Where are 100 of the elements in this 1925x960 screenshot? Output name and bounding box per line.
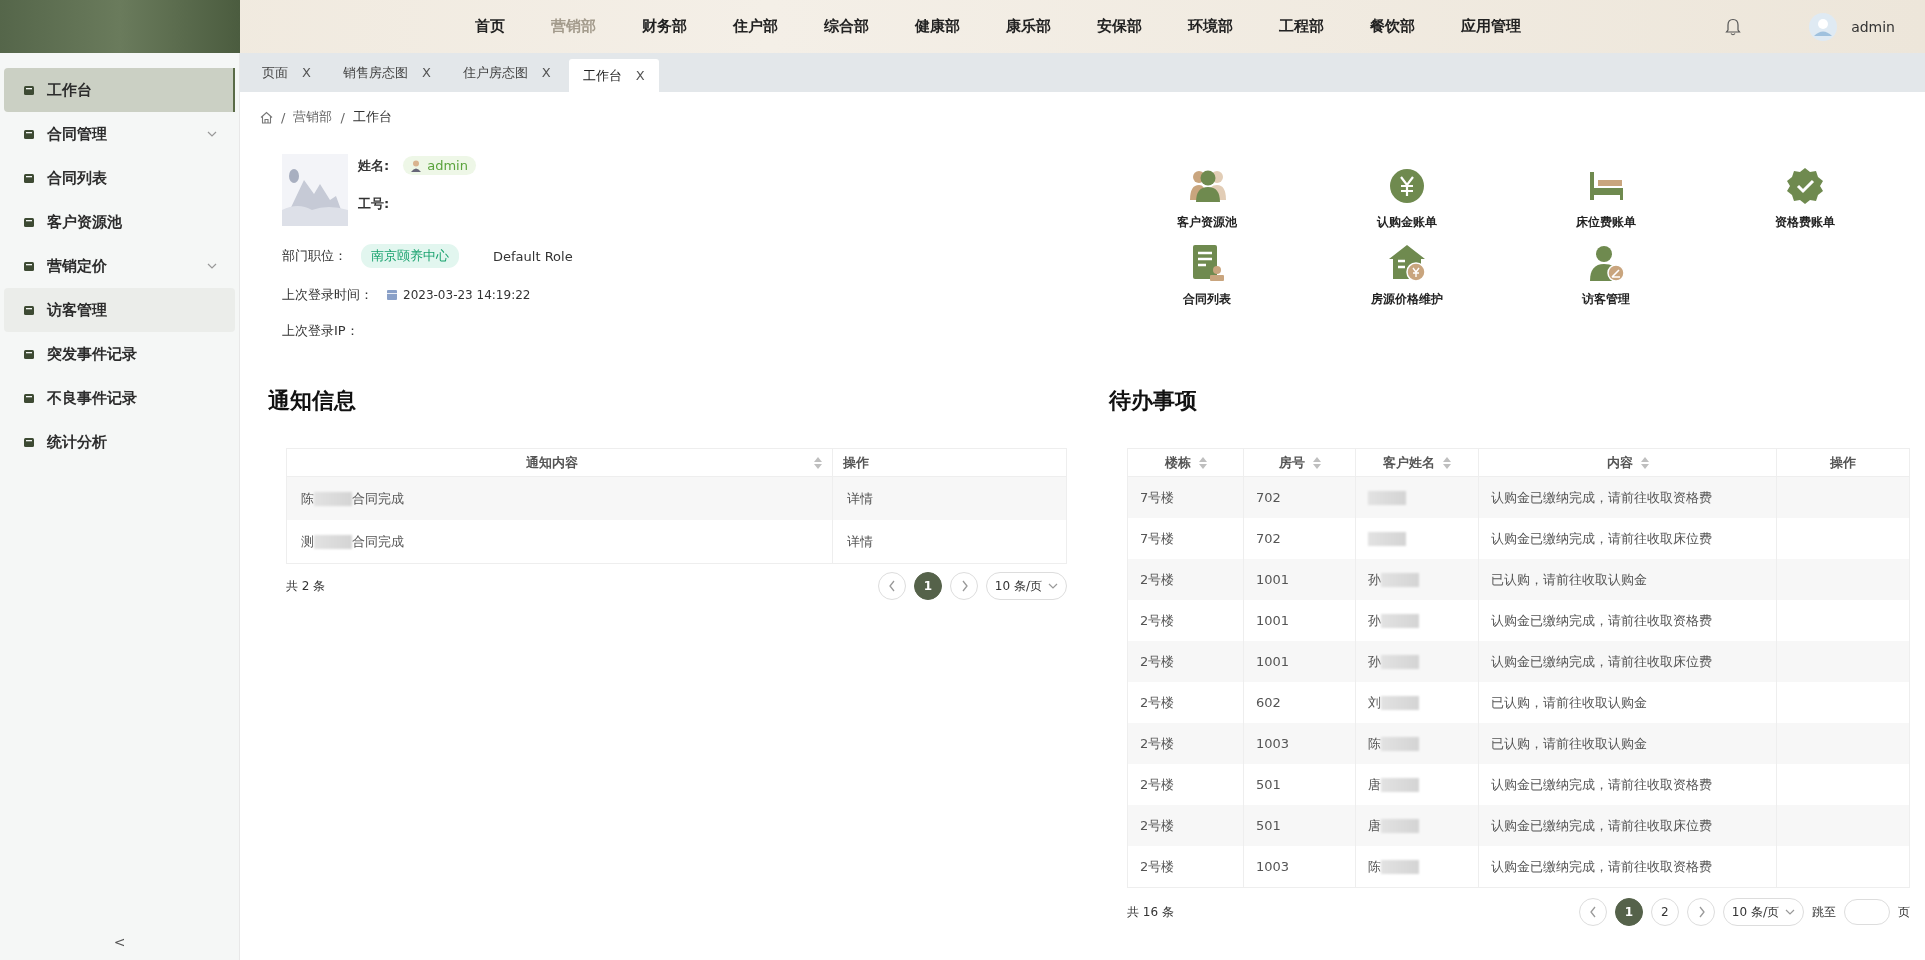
sort-icon [1640, 456, 1649, 469]
sidebar-item[interactable]: 合同列表 [4, 156, 235, 200]
blurred-text [314, 535, 352, 549]
table-cell: 孙 [1355, 559, 1479, 600]
page-tab[interactable]: 工作台 X [568, 59, 659, 92]
nav-menu-item[interactable]: 首页 [451, 0, 528, 53]
nav-menu-item[interactable]: 安保部 [1073, 0, 1165, 53]
table-cell: 501 [1243, 805, 1356, 846]
breadcrumb-separator: / [340, 109, 345, 125]
page-tab[interactable]: 页面 X [248, 56, 325, 89]
page-jump-field[interactable] [1844, 899, 1890, 925]
user-name[interactable]: admin [1851, 18, 1895, 35]
nav-menu-item[interactable]: 工程部 [1255, 0, 1347, 53]
shortcut-button[interactable]: 认购金账单 [1306, 166, 1507, 231]
table-cell: 已认购，请前往收取认购金 [1478, 723, 1777, 764]
next-page-button[interactable] [1686, 898, 1715, 926]
document-icon [24, 304, 35, 316]
field-label: 上次登录IP： [282, 322, 360, 340]
sidebar-item[interactable]: 不良事件记录 [4, 376, 235, 420]
nav-menu-item[interactable]: 应用管理 [1437, 0, 1544, 53]
check-badge-icon [1785, 166, 1826, 206]
shortcut-button[interactable]: 客户资源池 [1107, 166, 1307, 231]
column-header[interactable]: 客户姓名 [1355, 448, 1479, 477]
page-button[interactable]: 2 [1650, 898, 1679, 926]
nav-menu-item[interactable]: 综合部 [800, 0, 892, 53]
user-tag: admin [403, 156, 476, 175]
blurred-text [1381, 778, 1419, 792]
shortcut-button[interactable]: 床位费账单 [1506, 166, 1706, 231]
chevron-down-icon [1048, 583, 1058, 589]
details-link[interactable]: 详情 [832, 476, 1067, 520]
document-icon [24, 436, 35, 448]
table-cell: 陈 [1355, 846, 1479, 888]
document-icon [24, 84, 35, 96]
jump-label: 跳至 [1812, 903, 1836, 921]
column-header[interactable]: 楼栋 [1127, 448, 1244, 477]
table-cell: 唐 [1355, 805, 1479, 846]
details-link[interactable]: 详情 [832, 520, 1067, 564]
blurred-text [1381, 614, 1419, 628]
collapse-button[interactable]: < [105, 932, 134, 952]
document-icon [24, 172, 35, 184]
sidebar-item[interactable]: 访客管理 [4, 288, 235, 332]
person-icon [411, 159, 422, 172]
shortcut-button[interactable]: 合同列表 [1107, 243, 1307, 308]
blurred-text [1368, 532, 1406, 547]
page-tab[interactable]: 销售房态图 X [328, 56, 445, 89]
nav-menu-item[interactable]: 康乐部 [982, 0, 1074, 53]
nav-menu-item[interactable]: 财务部 [618, 0, 710, 53]
chevron-down-icon [207, 131, 217, 137]
column-header[interactable]: 通知内容 [286, 448, 833, 477]
field-label: 上次登录时间： [282, 286, 373, 304]
close-icon[interactable]: X [302, 65, 311, 80]
page-size-select[interactable]: 10 条/页 [1722, 898, 1804, 926]
sidebar-item[interactable]: 营销定价 [4, 244, 235, 288]
table-cell: 认购金已缴纳完成，请前往收取床位费 [1478, 641, 1777, 682]
sidebar-item[interactable]: 突发事件记录 [4, 332, 235, 376]
sidebar-item[interactable]: 工作台 [4, 68, 235, 112]
page-size-select[interactable]: 10 条/页 [985, 572, 1067, 600]
page-button[interactable]: 1 [913, 572, 942, 600]
nav-menu-item[interactable]: 住户部 [709, 0, 801, 53]
table-cell: 1003 [1243, 846, 1356, 888]
table-cell: 1003 [1243, 723, 1356, 764]
avatar-icon [1809, 12, 1838, 41]
close-icon[interactable]: X [541, 65, 551, 80]
sidebar-item[interactable]: 合同管理 [4, 112, 235, 156]
sort-icon [1312, 456, 1321, 469]
document-icon [24, 128, 35, 140]
table-cell: 2号楼 [1127, 846, 1244, 888]
close-icon[interactable]: X [421, 65, 431, 80]
image-placeholder-icon [282, 154, 348, 226]
page-tab[interactable]: 住户房态图 X [448, 56, 565, 89]
column-header[interactable]: 房号 [1243, 448, 1356, 477]
table-cell: 认购金已缴纳完成，请前往收取资格费 [1478, 846, 1777, 888]
close-icon[interactable]: X [635, 68, 645, 83]
sidebar-item[interactable]: 统计分析 [4, 420, 235, 464]
document-icon [24, 260, 35, 272]
total-count: 共 2 条 [286, 577, 326, 595]
chevron-down-icon [207, 263, 217, 269]
page-button[interactable]: 1 [1614, 898, 1643, 926]
home-icon [260, 110, 273, 124]
shortcut-button[interactable]: 房源价格维护 [1306, 243, 1507, 308]
column-header[interactable]: 内容 [1478, 448, 1777, 477]
blurred-text [1381, 737, 1419, 751]
column-header: 操作 [1776, 448, 1910, 477]
sidebar-item[interactable]: 客户资源池 [4, 200, 235, 244]
nav-menu-item[interactable]: 环境部 [1164, 0, 1256, 53]
shortcut-button[interactable]: 资格费账单 [1705, 166, 1905, 231]
shortcut-button[interactable]: 访客管理 [1506, 243, 1706, 308]
nav-menu-item[interactable]: 餐饮部 [1346, 0, 1438, 53]
section-title: 通知信息 [268, 387, 357, 415]
breadcrumb-link[interactable]: 营销部 [293, 108, 333, 126]
nav-menu-item[interactable]: 健康部 [891, 0, 983, 53]
next-page-button[interactable] [949, 572, 978, 600]
table-cell: 认购金已缴纳完成，请前往收取床位费 [1478, 805, 1777, 846]
previous-page-button[interactable] [1578, 898, 1607, 926]
table-cell: 陈 [1355, 723, 1479, 764]
table-cell: 测 合同完成 [286, 520, 833, 564]
table-cell: 1001 [1243, 559, 1356, 600]
previous-page-button[interactable] [877, 572, 906, 600]
breadcrumb-link[interactable]: 工作台 [352, 108, 392, 126]
field-label: 部门职位： [282, 247, 347, 265]
